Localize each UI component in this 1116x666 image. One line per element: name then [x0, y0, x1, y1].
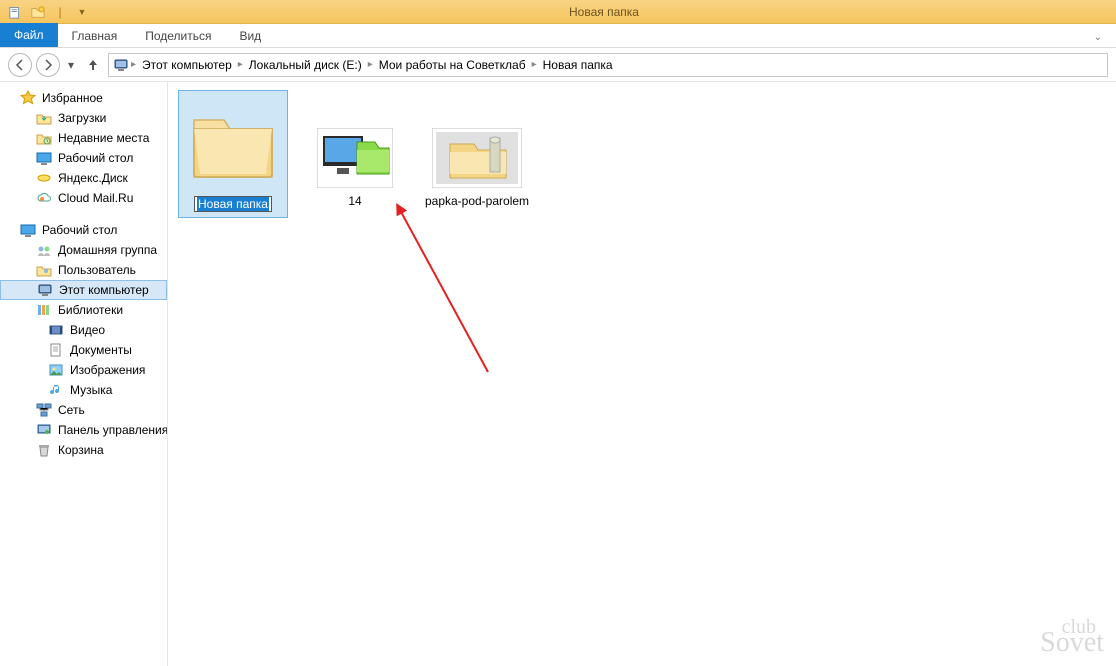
image-thumbnail [305, 124, 405, 192]
annotation-arrow [388, 202, 508, 382]
sidebar-item-videos[interactable]: Видео [0, 320, 167, 340]
favorites-header[interactable]: Избранное [0, 88, 167, 108]
new-folder-icon[interactable] [28, 2, 48, 22]
control-panel-icon [36, 422, 52, 438]
forward-button[interactable] [36, 53, 60, 77]
favorites-label: Избранное [42, 91, 103, 105]
breadcrumb-sep-icon[interactable]: ▸ [131, 59, 136, 70]
breadcrumb-folder-2[interactable]: Новая папка [539, 58, 617, 72]
navigation-pane: Избранное Загрузки Недавние места Рабочи… [0, 82, 168, 666]
cloud-mail-icon [36, 190, 52, 206]
music-icon [48, 382, 64, 398]
tree-label: Загрузки [58, 111, 106, 125]
recent-locations-icon[interactable]: ▾ [64, 53, 78, 77]
back-button[interactable] [8, 53, 32, 77]
tree-label: Панель управления [58, 423, 168, 437]
tree-label: Cloud Mail.Ru [58, 191, 133, 205]
folder-icon [183, 94, 283, 194]
documents-icon [48, 342, 64, 358]
sidebar-item-control-panel[interactable]: Панель управления [0, 420, 167, 440]
qat-dropdown-icon[interactable]: ▼ [72, 2, 92, 22]
image-thumbnail [427, 124, 527, 192]
rename-text: Новая папка [197, 197, 269, 211]
sidebar-item-network[interactable]: Сеть [0, 400, 167, 420]
file-item-image-1[interactable]: 14 [300, 120, 410, 214]
desktop-icon [36, 150, 52, 166]
tree-label: Библиотеки [58, 303, 123, 317]
homegroup-icon [36, 242, 52, 258]
tree-label: Видео [70, 323, 105, 337]
title-bar: | ▼ Новая папка [0, 0, 1116, 24]
up-button[interactable] [82, 54, 104, 76]
properties-icon[interactable] [6, 2, 26, 22]
sidebar-item-pictures[interactable]: Изображения [0, 360, 167, 380]
computer-icon [113, 57, 129, 73]
tree-label: Изображения [70, 363, 145, 377]
recent-icon [36, 130, 52, 146]
breadcrumb-sep-icon[interactable]: ▸ [238, 59, 243, 70]
desktop-header[interactable]: Рабочий стол [0, 220, 167, 240]
ribbon-tabs: Файл Главная Поделиться Вид ⌄ [0, 24, 1116, 48]
tree-label: Этот компьютер [59, 283, 149, 297]
recycle-bin-icon [36, 442, 52, 458]
desktop-icon [20, 222, 36, 238]
tree-label: Домашняя группа [58, 243, 157, 257]
tree-label: Корзина [58, 443, 104, 457]
tree-label: Музыка [70, 383, 112, 397]
content-pane[interactable]: Новая папка 14 [168, 82, 1116, 666]
sidebar-item-documents[interactable]: Документы [0, 340, 167, 360]
sidebar-item-cloudmail[interactable]: Cloud Mail.Ru [0, 188, 167, 208]
sidebar-item-desktop-fav[interactable]: Рабочий стол [0, 148, 167, 168]
computer-icon [37, 282, 53, 298]
ribbon-tab-main[interactable]: Главная [58, 25, 132, 47]
sidebar-item-yandex[interactable]: Яндекс.Диск [0, 168, 167, 188]
ribbon-expand-icon[interactable]: ⌄ [1080, 28, 1116, 47]
main-area: Избранное Загрузки Недавние места Рабочи… [0, 82, 1116, 666]
file-item-image-2[interactable]: papka-pod-parolem [422, 120, 532, 214]
sidebar-item-recycle-bin[interactable]: Корзина [0, 440, 167, 460]
ribbon-tab-share[interactable]: Поделиться [131, 25, 225, 47]
favorites-group: Избранное Загрузки Недавние места Рабочи… [0, 88, 167, 208]
pictures-icon [48, 362, 64, 378]
rename-input[interactable]: Новая папка [194, 196, 272, 212]
network-icon [36, 402, 52, 418]
tree-label: Документы [70, 343, 132, 357]
tree-label: Недавние места [58, 131, 149, 145]
sidebar-item-libraries[interactable]: Библиотеки [0, 300, 167, 320]
file-grid: Новая папка 14 [178, 90, 1106, 218]
qat-divider: | [50, 2, 70, 22]
downloads-icon [36, 110, 52, 126]
sidebar-item-user[interactable]: Пользователь [0, 260, 167, 280]
video-icon [48, 322, 64, 338]
star-icon [20, 90, 36, 106]
sidebar-item-recent[interactable]: Недавние места [0, 128, 167, 148]
tree-label: Сеть [58, 403, 85, 417]
navigation-bar: ▾ ▸ Этот компьютер ▸ Локальный диск (E:)… [0, 48, 1116, 82]
desktop-group: Рабочий стол Домашняя группа Пользовател… [0, 220, 167, 460]
window-title: Новая папка [92, 5, 1116, 19]
breadcrumb-sep-icon[interactable]: ▸ [368, 59, 373, 70]
ribbon-tab-view[interactable]: Вид [225, 25, 275, 47]
file-item-new-folder[interactable]: Новая папка [178, 90, 288, 218]
file-label: papka-pod-parolem [425, 194, 529, 208]
tree-label: Рабочий стол [58, 151, 133, 165]
sidebar-item-this-pc[interactable]: Этот компьютер [0, 280, 167, 300]
file-tab[interactable]: Файл [0, 23, 58, 47]
tree-label: Яндекс.Диск [58, 171, 128, 185]
yandex-disk-icon [36, 170, 52, 186]
file-label: 14 [348, 194, 361, 208]
tree-label: Пользователь [58, 263, 136, 277]
libraries-icon [36, 302, 52, 318]
quick-access-toolbar: | ▼ [0, 2, 92, 22]
breadcrumb-sep-icon[interactable]: ▸ [532, 59, 537, 70]
breadcrumb-drive[interactable]: Локальный диск (E:) [245, 58, 366, 72]
sidebar-item-downloads[interactable]: Загрузки [0, 108, 167, 128]
breadcrumb-folder-1[interactable]: Мои работы на Советклаб [375, 58, 530, 72]
sidebar-item-music[interactable]: Музыка [0, 380, 167, 400]
user-icon [36, 262, 52, 278]
breadcrumb-this-pc[interactable]: Этот компьютер [138, 58, 236, 72]
sidebar-item-homegroup[interactable]: Домашняя группа [0, 240, 167, 260]
address-bar[interactable]: ▸ Этот компьютер ▸ Локальный диск (E:) ▸… [108, 53, 1108, 77]
tree-label: Рабочий стол [42, 223, 117, 237]
